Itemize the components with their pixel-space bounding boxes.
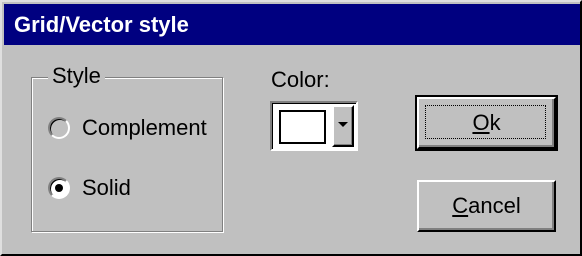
radio-solid[interactable]: Solid <box>48 174 131 202</box>
cancel-button-label: Cancel <box>452 193 521 218</box>
radio-solid-label: Solid <box>82 175 131 200</box>
color-picker[interactable] <box>270 101 358 151</box>
cancel-button[interactable]: Cancel <box>417 180 556 232</box>
title-bar: Grid/Vector style <box>4 4 580 45</box>
ok-button-label: Ok <box>472 110 501 135</box>
color-dropdown-button[interactable] <box>332 105 354 147</box>
radio-selected-dot <box>55 184 63 192</box>
color-label: Color: <box>271 67 330 92</box>
radio-solid-circle[interactable] <box>48 177 70 199</box>
color-swatch[interactable] <box>279 110 326 144</box>
style-groupbox-label: Style <box>48 64 105 88</box>
ok-button[interactable]: Ok <box>415 95 558 151</box>
radio-complement[interactable]: Complement <box>48 114 207 142</box>
radio-complement-label: Complement <box>82 115 207 140</box>
dropdown-arrow-icon <box>338 122 348 127</box>
grid-vector-style-dialog: Grid/Vector style Style Complement Solid… <box>0 0 582 256</box>
style-groupbox <box>31 77 223 232</box>
window-title: Grid/Vector style <box>14 12 189 37</box>
radio-complement-circle[interactable] <box>48 117 70 139</box>
